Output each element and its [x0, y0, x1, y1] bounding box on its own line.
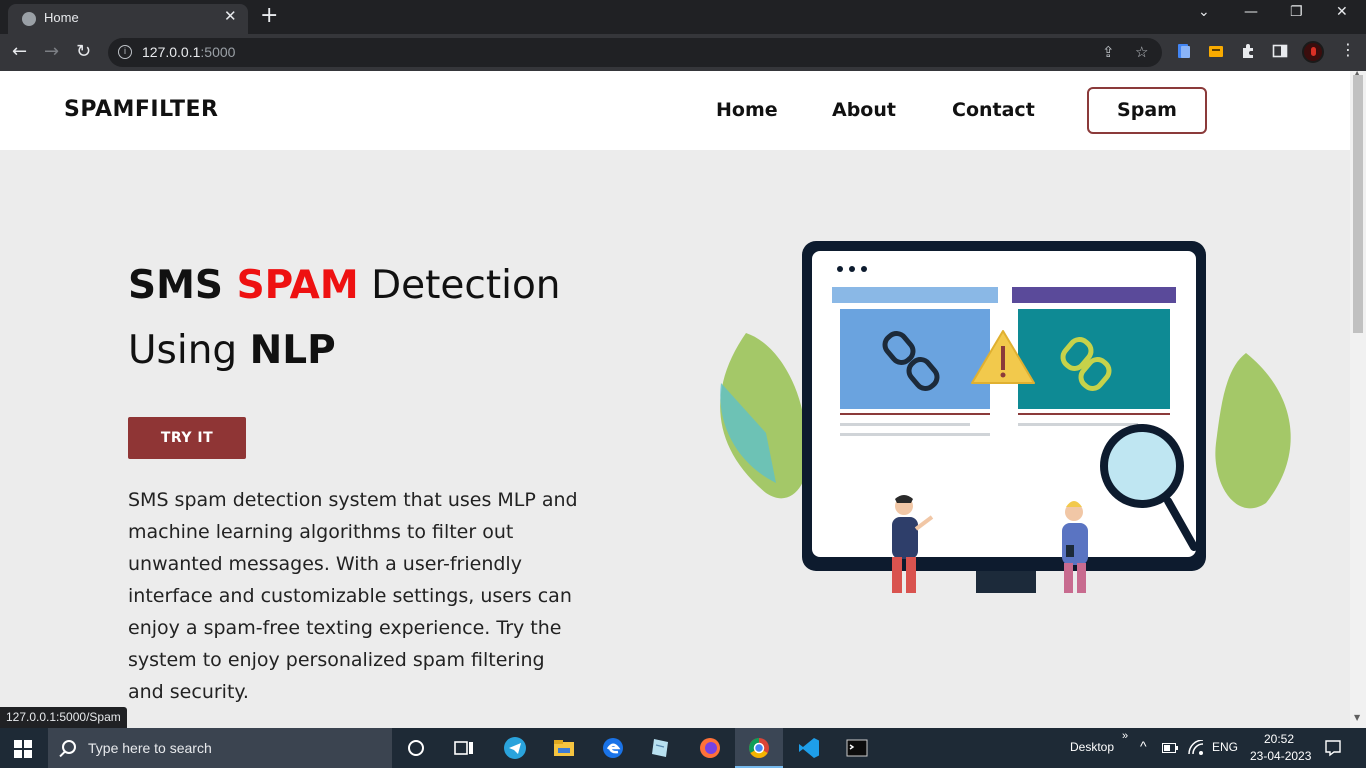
- windows-start-icon[interactable]: [14, 740, 32, 758]
- site-info-icon[interactable]: i: [118, 45, 132, 59]
- try-it-button[interactable]: TRY IT: [128, 417, 246, 459]
- taskbar-search-box[interactable]: Type here to search: [48, 728, 392, 768]
- browser-menu-icon[interactable]: ⋮: [1340, 40, 1356, 59]
- nav-link-contact[interactable]: Contact: [952, 99, 1035, 121]
- firefox-icon[interactable]: [698, 736, 722, 760]
- extension-docs-icon[interactable]: [1176, 43, 1192, 59]
- browser-tab-strip: Home ✕ + ⌄ — ❐ ✕: [0, 0, 1366, 34]
- wifi-icon[interactable]: [1188, 740, 1204, 756]
- profile-avatar[interactable]: [1302, 41, 1324, 63]
- extensions-puzzle-icon[interactable]: [1240, 43, 1256, 59]
- close-window-button[interactable]: ✕: [1336, 4, 1348, 20]
- restore-button[interactable]: ❐: [1290, 4, 1303, 20]
- notification-center-icon[interactable]: [1324, 739, 1342, 757]
- new-tab-button[interactable]: +: [260, 3, 278, 29]
- desktop-toolbar-label[interactable]: Desktop: [1070, 740, 1114, 754]
- clock-date[interactable]: 23-04-2023: [1250, 749, 1311, 763]
- telegram-icon[interactable]: [503, 736, 527, 760]
- terminal-icon[interactable]: [845, 736, 869, 760]
- hero-title: SMS SPAM Detection Using NLP: [128, 263, 561, 373]
- browser-tab-home[interactable]: Home ✕: [8, 4, 248, 34]
- spam-detection-illustration: [720, 241, 1291, 593]
- site-navbar: SPAMFILTER Home About Contact Spam: [0, 71, 1350, 150]
- close-tab-icon[interactable]: ✕: [224, 7, 237, 25]
- cortana-icon[interactable]: [404, 736, 428, 760]
- brand-logo[interactable]: SPAMFILTER: [64, 97, 218, 122]
- file-explorer-icon[interactable]: [552, 736, 576, 760]
- bookmark-star-icon[interactable]: ☆: [1135, 43, 1148, 61]
- edge-icon[interactable]: [601, 736, 625, 760]
- chrome-taskbar-active[interactable]: [735, 728, 783, 768]
- forward-button[interactable]: →: [44, 41, 59, 63]
- clock-time[interactable]: 20:52: [1264, 732, 1294, 746]
- page-scrollbar[interactable]: ▲ ▼: [1350, 69, 1366, 728]
- toolbar-expand-icon[interactable]: »: [1122, 730, 1128, 742]
- address-bar[interactable]: i 127.0.0.1:5000 ⇪ ☆: [108, 38, 1162, 67]
- taskbar-search-placeholder: Type here to search: [88, 740, 212, 756]
- windows-taskbar: Type here to search Desktop » ^ ENG 20:5…: [0, 728, 1366, 768]
- nav-link-home[interactable]: Home: [716, 99, 778, 121]
- side-panel-icon[interactable]: [1272, 43, 1288, 59]
- globe-icon: [22, 12, 36, 26]
- chrome-icon: [749, 738, 769, 758]
- tray-chevron-up-icon[interactable]: ^: [1140, 738, 1147, 754]
- extension-folder-icon[interactable]: [1208, 43, 1224, 59]
- scrollbar-thumb[interactable]: [1353, 75, 1363, 333]
- battery-icon[interactable]: [1162, 742, 1178, 754]
- nav-spam-button[interactable]: Spam: [1087, 87, 1207, 134]
- scroll-down-arrow-icon[interactable]: ▼: [1354, 713, 1360, 722]
- hero-description: SMS spam detection system that uses MLP …: [128, 489, 578, 703]
- share-icon[interactable]: ⇪: [1102, 43, 1115, 61]
- back-button[interactable]: ←: [12, 41, 27, 63]
- url-text[interactable]: 127.0.0.1:5000: [142, 44, 235, 60]
- minimize-button[interactable]: —: [1244, 4, 1258, 20]
- tab-title: Home: [44, 10, 79, 25]
- nav-link-about[interactable]: About: [832, 99, 896, 121]
- page-viewport: SPAMFILTER Home About Contact Spam SMS S…: [0, 71, 1350, 728]
- reload-button[interactable]: ↻: [76, 41, 91, 63]
- tab-search-chevron-icon[interactable]: ⌄: [1198, 4, 1210, 20]
- notepad-icon[interactable]: [649, 736, 673, 760]
- browser-toolbar: ← → ↻ i 127.0.0.1:5000 ⇪ ☆ ⋮: [0, 34, 1366, 71]
- vscode-icon[interactable]: [797, 736, 821, 760]
- link-status-tooltip: 127.0.0.1:5000/Spam: [0, 707, 127, 728]
- task-view-icon[interactable]: [452, 736, 476, 760]
- language-indicator[interactable]: ENG: [1212, 740, 1238, 754]
- search-icon: [62, 740, 76, 754]
